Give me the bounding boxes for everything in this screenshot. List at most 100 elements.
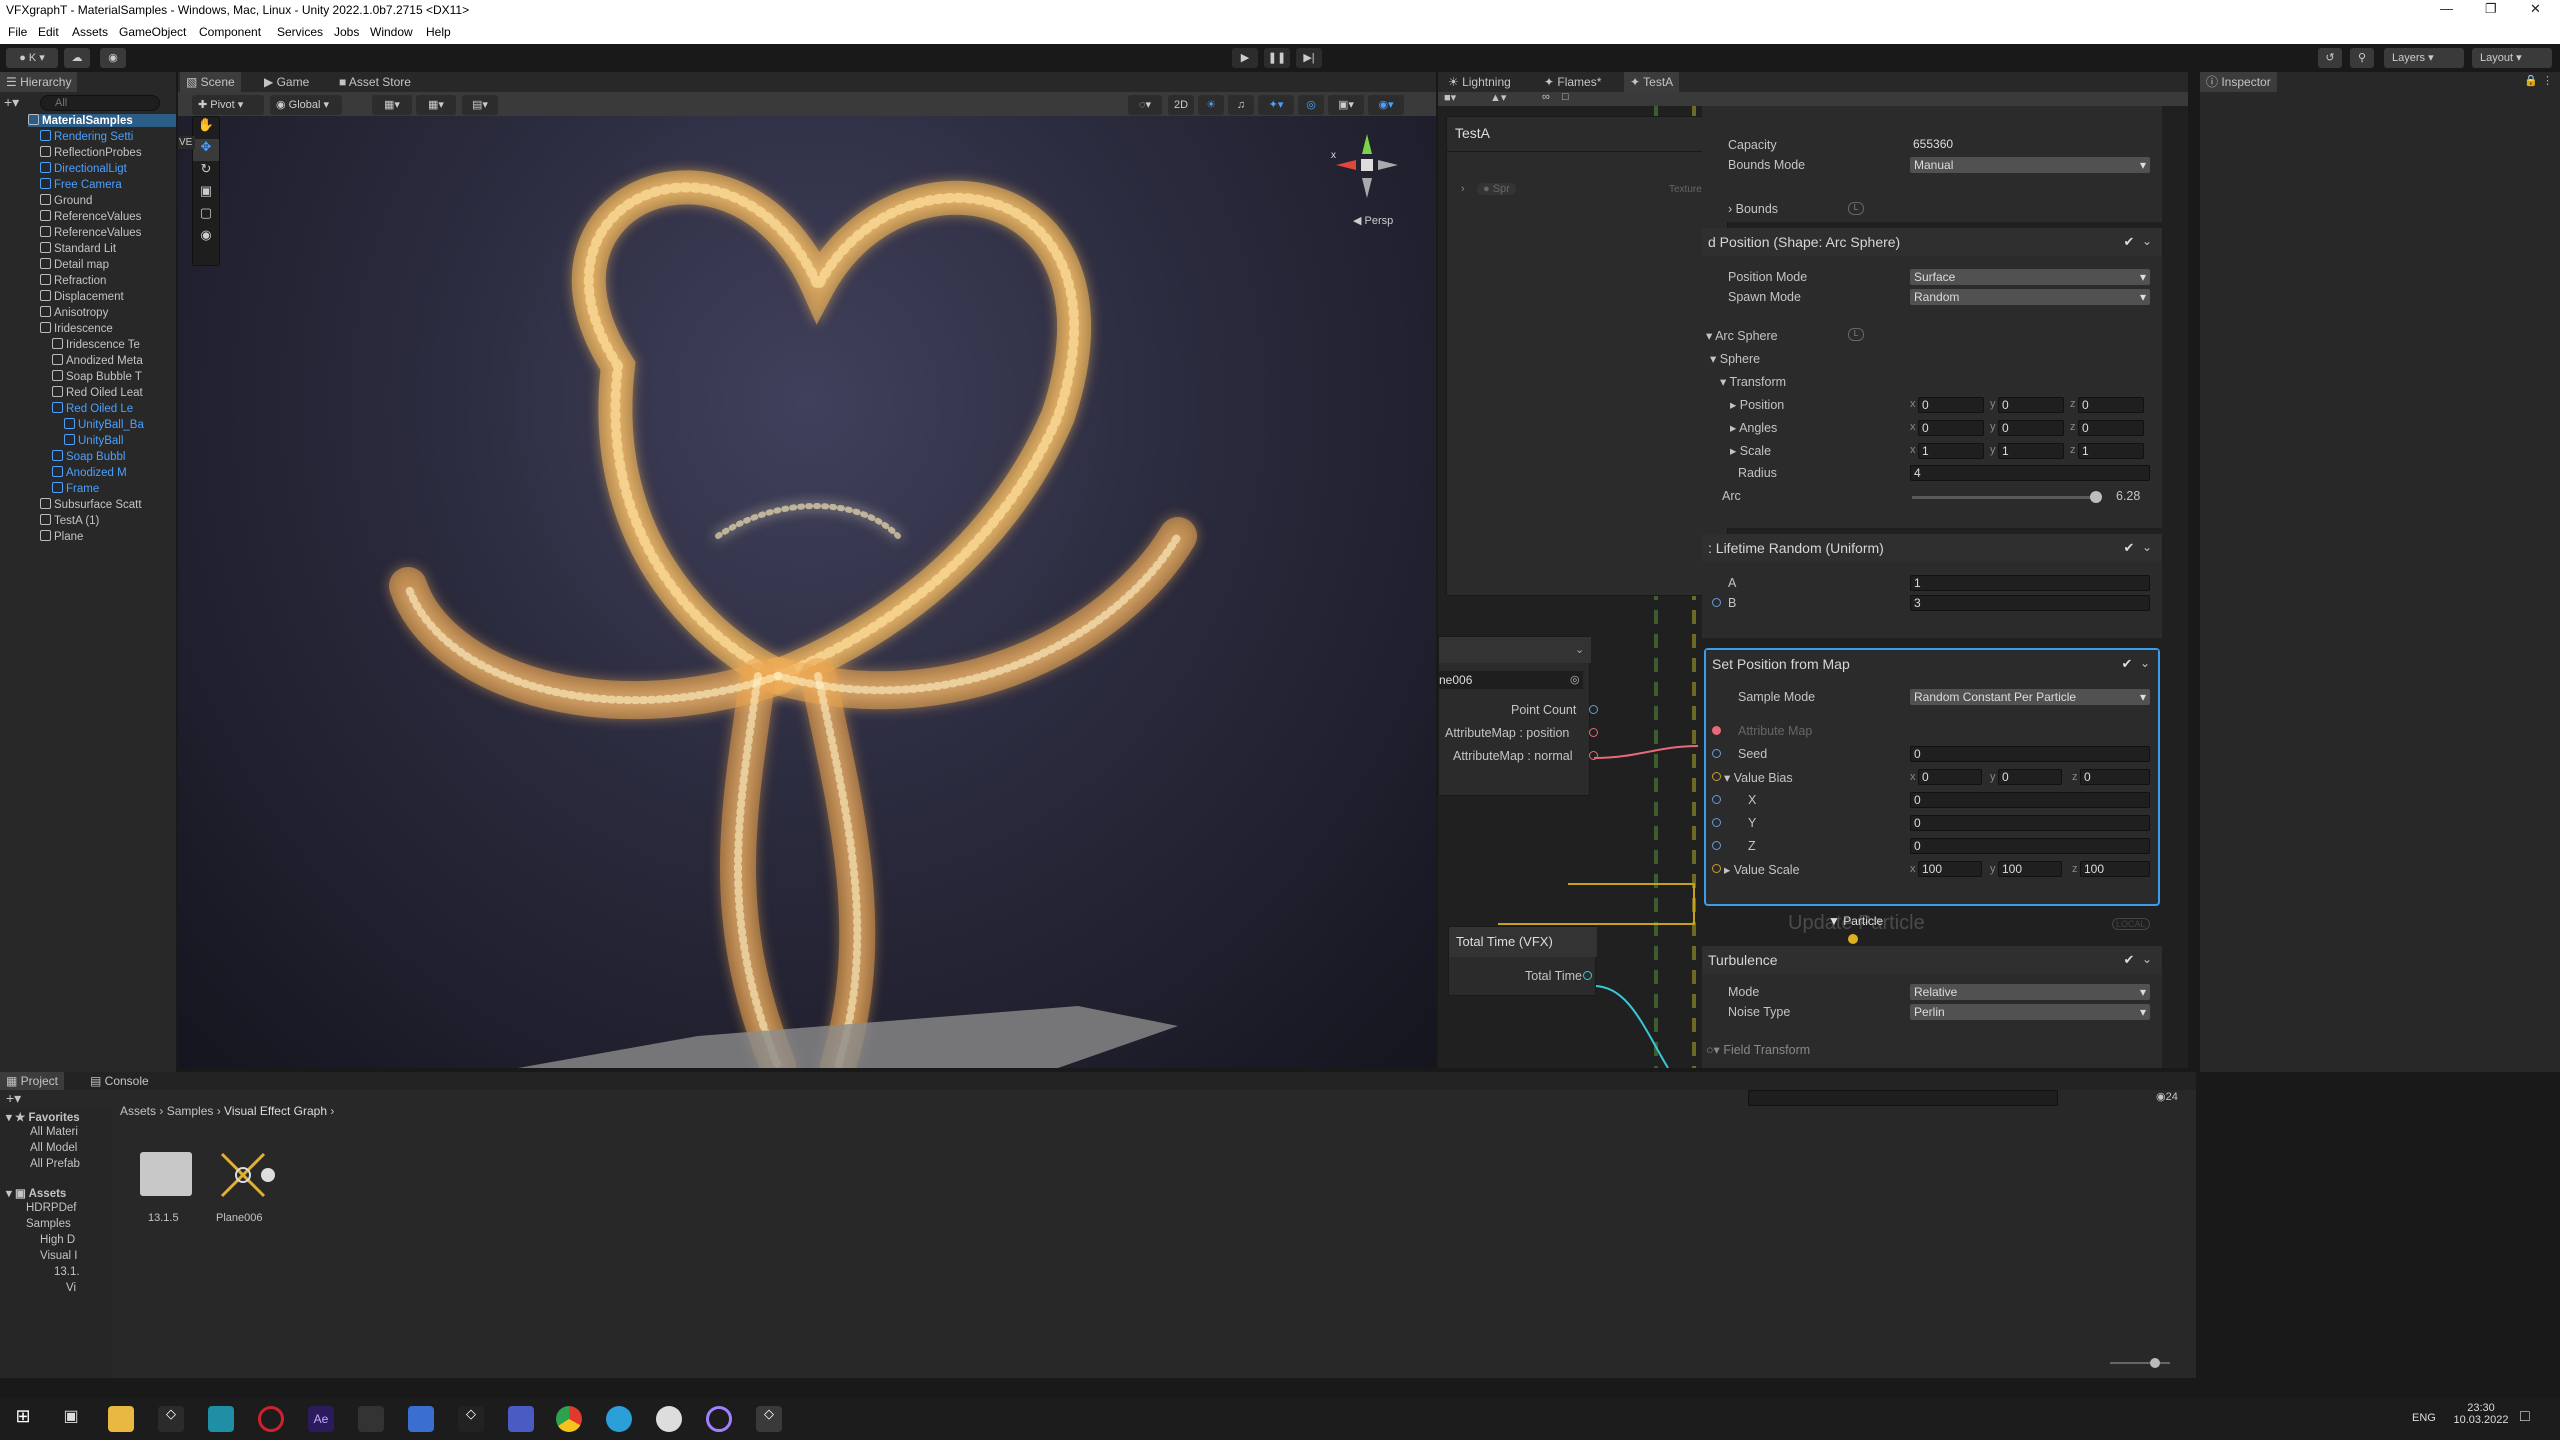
spawn-mode-dropdown[interactable]: Random ▾ (1910, 289, 2150, 305)
hierarchy-item[interactable]: Standard Lit (40, 242, 116, 255)
position-z-input[interactable]: 0 (2078, 397, 2144, 413)
maximize-icon[interactable]: ❐ (2485, 1, 2497, 17)
grid-icon[interactable]: ▦▾ (416, 95, 456, 115)
hierarchy-item[interactable]: Iridescence Te (52, 338, 140, 351)
menu-assets[interactable]: Assets (72, 25, 108, 39)
hierarchy-item[interactable]: MaterialSamples (28, 114, 176, 127)
z-port[interactable] (1712, 841, 1721, 850)
link-icon[interactable]: ∞ (1542, 91, 1550, 103)
cloud-icon[interactable]: ☁ (64, 48, 90, 68)
layers-dropdown[interactable]: Layers ▾ (2384, 48, 2464, 68)
save-icon[interactable]: ■▾ (1444, 91, 1456, 104)
tab-flames[interactable]: ✦ Flames* (1538, 72, 1607, 92)
scale-tool-icon[interactable]: ▣ (193, 183, 219, 205)
value-bias-y[interactable]: 0 (1998, 769, 2062, 785)
breadcrumb-assets[interactable]: Assets (120, 1104, 156, 1118)
value-scale-port[interactable] (1712, 864, 1721, 873)
windows-start-icon[interactable]: ⊞ (10, 1406, 36, 1432)
bounds-mode-dropdown[interactable]: Manual ▾ (1910, 157, 2150, 173)
hierarchy-item[interactable]: Refraction (40, 274, 106, 287)
tree-hdrpdef[interactable]: HDRPDef (26, 1202, 76, 1214)
add-icon[interactable]: +▾ (4, 94, 20, 111)
hierarchy-item[interactable]: Red Oiled Le (52, 402, 133, 415)
clock[interactable]: 23:30 10.03.2022 (2452, 1402, 2510, 1426)
value-bias-port[interactable] (1712, 772, 1721, 781)
language-indicator[interactable]: ENG (2412, 1412, 2436, 1424)
hierarchy-item[interactable]: Soap Bubbl (52, 450, 125, 463)
hand-tool-icon[interactable]: ✋ (193, 117, 219, 139)
x-port[interactable] (1712, 795, 1721, 804)
position-y-input[interactable]: 0 (1998, 397, 2064, 413)
total-time-output-port[interactable] (1583, 971, 1592, 980)
value-scale-z[interactable]: 100 (2080, 861, 2150, 877)
menu-services[interactable]: Services (277, 25, 323, 39)
audio-icon[interactable]: ♫ (1228, 95, 1254, 115)
hierarchy-item[interactable]: Subsurface Scatt (40, 498, 142, 511)
radius-input[interactable]: 4 (1910, 465, 2150, 481)
collapse-icon[interactable]: ⌄ (2140, 656, 2150, 670)
pause-button[interactable]: ❚❚ (1264, 48, 1290, 68)
layout-dropdown[interactable]: Layout ▾ (2472, 48, 2552, 68)
hierarchy-item[interactable]: DirectionalLigt (40, 162, 127, 175)
noise-type-dropdown[interactable]: Perlin ▾ (1910, 1004, 2150, 1020)
tab-lightning[interactable]: ☀ Lightning (1442, 72, 1517, 92)
move-tool-icon[interactable]: ✥ (193, 139, 219, 161)
flow-port[interactable] (1848, 934, 1858, 944)
collapse-icon[interactable]: ⌄ (2142, 952, 2152, 966)
hierarchy-item[interactable]: TestA (1) (40, 514, 99, 527)
output-port-normal[interactable] (1589, 751, 1598, 760)
point-cache-node[interactable]: ⌄ ne006 ◎ Point Count AttributeMap : pos… (1438, 636, 1598, 796)
hierarchy-item[interactable]: Frame (52, 482, 99, 495)
step-button[interactable]: ▶| (1296, 48, 1322, 68)
breadcrumb-vfx[interactable]: Visual Effect Graph (224, 1104, 327, 1118)
folder-icon[interactable] (140, 1152, 192, 1196)
arc-slider-track[interactable] (1912, 496, 2096, 499)
b-input[interactable]: 3 (1910, 595, 2150, 611)
hierarchy-item[interactable]: Red Oiled Leat (52, 386, 143, 399)
grid-snap-icon[interactable]: ▦▾ (372, 95, 412, 115)
angles-x-input[interactable]: 0 (1918, 420, 1984, 436)
menu-gameobject[interactable]: GameObject (119, 25, 186, 39)
menu-component[interactable]: Component (199, 25, 261, 39)
tab-project[interactable]: ▦ Project (0, 1072, 65, 1090)
y-input[interactable]: 0 (1910, 815, 2150, 831)
value-scale-x[interactable]: 100 (1918, 861, 1982, 877)
unity-hub-icon[interactable]: ◇ (158, 1406, 184, 1432)
camera-icon[interactable]: ▣▾ (1328, 95, 1364, 115)
chrome-icon[interactable] (556, 1406, 582, 1432)
more-icon[interactable]: ⋮ (2542, 74, 2553, 87)
total-time-node[interactable]: Total Time (VFX) Total Time (1448, 926, 1597, 996)
sample-mode-dropdown[interactable]: Random Constant Per Particle ▾ (1910, 689, 2150, 705)
unity-icon[interactable]: ◇ (458, 1406, 484, 1432)
create-asset-icon[interactable]: +▾ (6, 1090, 21, 1107)
rect-tool-icon[interactable]: ▢ (193, 205, 219, 227)
breadcrumb-samples[interactable]: Samples (167, 1104, 214, 1118)
space-toggle-icon[interactable]: L (1848, 202, 1864, 215)
after-effects-icon[interactable]: Ae (308, 1406, 334, 1432)
fav-all-prefabs[interactable]: All Prefab (30, 1158, 80, 1170)
fav-all-models[interactable]: All Model (30, 1142, 77, 1154)
tree-high-def[interactable]: High D (40, 1234, 75, 1246)
output-port-point-count[interactable] (1589, 705, 1598, 714)
arc-slider-thumb[interactable] (2090, 491, 2102, 503)
lock-icon[interactable]: 🔒 (2524, 74, 2538, 87)
pivot-dropdown[interactable]: ✚ Pivot ▾ (192, 95, 264, 115)
vfx-graph-canvas[interactable]: TestA + › ● Spr Texture2D ⌄ ne006 ◎ Poin… (1438, 106, 2188, 1068)
effects-icon[interactable]: ✦▾ (1258, 95, 1294, 115)
hierarchy-item[interactable]: Anodized Meta (52, 354, 143, 367)
favorites-label[interactable]: ▾ ★ Favorites (6, 1110, 80, 1124)
b-input-port[interactable] (1712, 598, 1721, 607)
tab-console[interactable]: ▤ Console (84, 1072, 155, 1090)
hierarchy-item[interactable]: Iridescence (40, 322, 113, 335)
project-search-input[interactable] (1748, 1090, 2058, 1106)
compile-icon[interactable]: ▲▾ (1490, 91, 1506, 104)
seed-input[interactable]: 0 (1910, 746, 2150, 762)
hierarchy-item[interactable]: Rendering Setti (40, 130, 133, 143)
zoom-slider-thumb[interactable] (2150, 1358, 2160, 1368)
a-input[interactable]: 1 (1910, 575, 2150, 591)
assets-root[interactable]: ▾ ▣ Assets (6, 1186, 66, 1200)
tab-asset-store[interactable]: ■ Asset Store (333, 72, 417, 92)
angles-y-input[interactable]: 0 (1998, 420, 2064, 436)
app3-icon[interactable] (656, 1406, 682, 1432)
tab-hierarchy[interactable]: ☰ Hierarchy (0, 72, 78, 92)
